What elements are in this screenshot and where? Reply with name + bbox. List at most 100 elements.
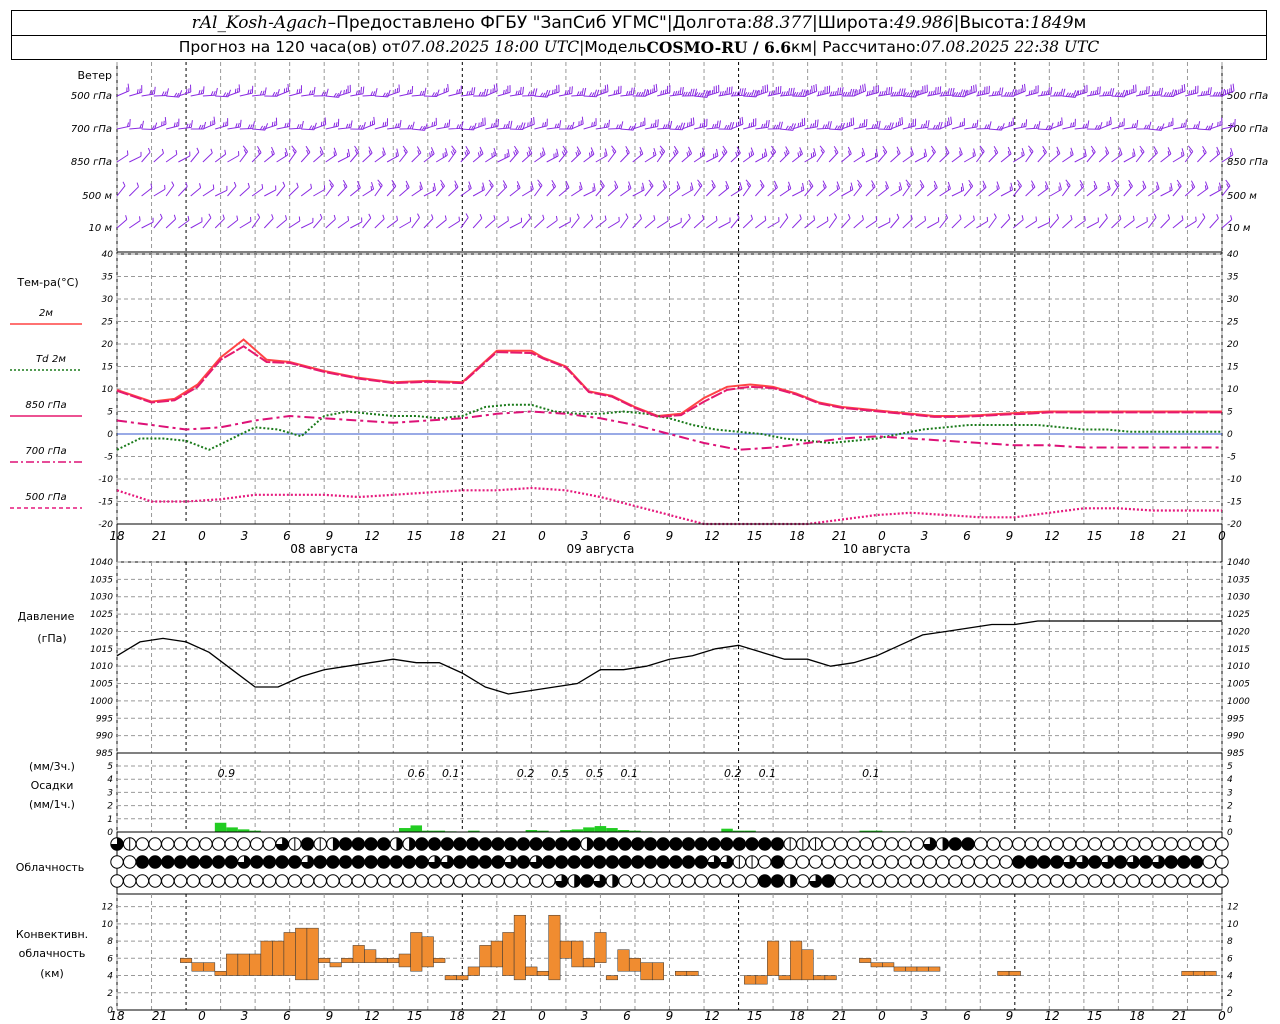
legend-td-label: Td	[36, 354, 49, 365]
cloud-symbol	[1113, 855, 1128, 869]
cloud-symbol	[580, 874, 594, 888]
cloud-symbol	[1088, 837, 1102, 851]
wind-barb	[914, 148, 927, 163]
cloud-symbol	[1164, 874, 1178, 888]
cloud-fill	[1164, 855, 1178, 869]
cloud-symbol	[1139, 837, 1153, 851]
cloud-symbol	[1062, 855, 1077, 869]
cloud-symbol	[758, 855, 772, 869]
conv-bar	[651, 962, 664, 981]
conv-bar	[675, 970, 688, 976]
cloud-circle	[453, 874, 467, 888]
legend-label: 850 гПа	[25, 400, 66, 411]
conv-bar	[1181, 970, 1194, 976]
cloud-fill	[479, 855, 492, 869]
wind-barb	[816, 121, 832, 130]
wind-barb	[1000, 214, 1011, 229]
wind-barb	[448, 121, 464, 130]
cloud-symbol	[783, 874, 797, 888]
cloud-symbol	[173, 837, 188, 851]
wind-barb	[411, 181, 423, 197]
y-tick-left: 35	[102, 273, 114, 283]
wind-barb	[141, 147, 151, 163]
wind-barb	[374, 147, 386, 163]
precip-total-label: 0.2	[517, 767, 535, 780]
y-tick-right: 0	[1227, 1006, 1233, 1016]
pressure-title: Давление	[18, 610, 75, 623]
conv-bar	[410, 932, 423, 972]
wind-barb	[644, 179, 654, 197]
cloud-circle	[643, 874, 658, 888]
cloud-fill	[618, 837, 632, 851]
wind-barb	[681, 88, 698, 97]
wind-barb	[718, 86, 733, 97]
wind-barb	[509, 181, 521, 197]
precip-bar	[410, 825, 423, 832]
wind-barb	[165, 214, 177, 229]
cloud-symbol	[173, 874, 188, 888]
cloud-circle	[1050, 837, 1064, 851]
cloud-fill	[720, 837, 733, 851]
wind-barb	[276, 147, 289, 163]
conv-bar	[594, 932, 607, 963]
wind-barb	[779, 146, 790, 163]
wind-barb	[190, 86, 205, 97]
wind-barb	[926, 145, 936, 163]
cloud-symbol	[631, 855, 645, 869]
y-tick-left: 985	[96, 749, 113, 759]
time-tick: 18	[789, 529, 805, 543]
cloud-symbol	[631, 837, 645, 851]
cloud-symbol	[592, 855, 607, 869]
wind-barb	[620, 146, 630, 163]
wind-barb	[558, 217, 571, 229]
conv-bar	[226, 953, 239, 976]
y-tick-right: 40	[1227, 250, 1239, 260]
wind-barb	[202, 184, 215, 197]
cloud-symbol	[1100, 855, 1115, 869]
cloud-symbol	[338, 837, 353, 851]
cloud-fill	[682, 837, 695, 851]
cloud-fill	[396, 837, 403, 851]
cloud-symbol	[440, 855, 454, 869]
cloud-symbol	[237, 874, 251, 888]
cloud-symbol	[973, 837, 988, 851]
cloud-fill	[263, 855, 276, 869]
wind-barb	[472, 146, 484, 163]
cloud-symbol	[605, 855, 620, 869]
wind-barb	[890, 146, 901, 163]
wind-barb	[386, 215, 398, 229]
wind-barb	[816, 216, 829, 229]
wind-barb	[264, 185, 277, 197]
wind-barb	[411, 213, 420, 229]
time-tick: 15	[407, 529, 422, 543]
conv-bar	[490, 940, 503, 968]
cloud-circle	[237, 837, 251, 851]
wind-barb	[914, 215, 927, 229]
wind-barb	[730, 213, 740, 229]
cloud-circle	[1215, 874, 1229, 888]
conv-bar	[571, 940, 584, 968]
wind-barb	[1148, 181, 1160, 197]
cloud-circle	[1100, 874, 1115, 888]
wind-barb	[656, 145, 666, 163]
cloud-symbol	[986, 874, 1001, 888]
wind-barb	[325, 118, 340, 130]
wind-barb	[239, 121, 255, 130]
wind-level-label: 850 гПа	[71, 157, 112, 168]
wind-barb	[841, 146, 852, 163]
time-tick: 12	[364, 529, 379, 543]
wind-barb	[853, 215, 864, 229]
wind-barb	[890, 213, 900, 229]
cloud-symbol	[516, 855, 531, 869]
cloud-symbol	[313, 874, 327, 888]
time-tick: 6	[283, 529, 291, 543]
conv-bar	[548, 914, 561, 981]
temp-title: Тем-ра(°C)	[16, 276, 78, 289]
cloud-fill	[301, 837, 314, 851]
cloud-symbol	[478, 837, 493, 851]
precip-bar	[594, 826, 607, 832]
wind-barb	[1086, 145, 1096, 163]
cloud-fill	[961, 837, 975, 851]
y-tick-right: 1000	[1227, 697, 1250, 707]
cloud-circle	[859, 874, 874, 888]
